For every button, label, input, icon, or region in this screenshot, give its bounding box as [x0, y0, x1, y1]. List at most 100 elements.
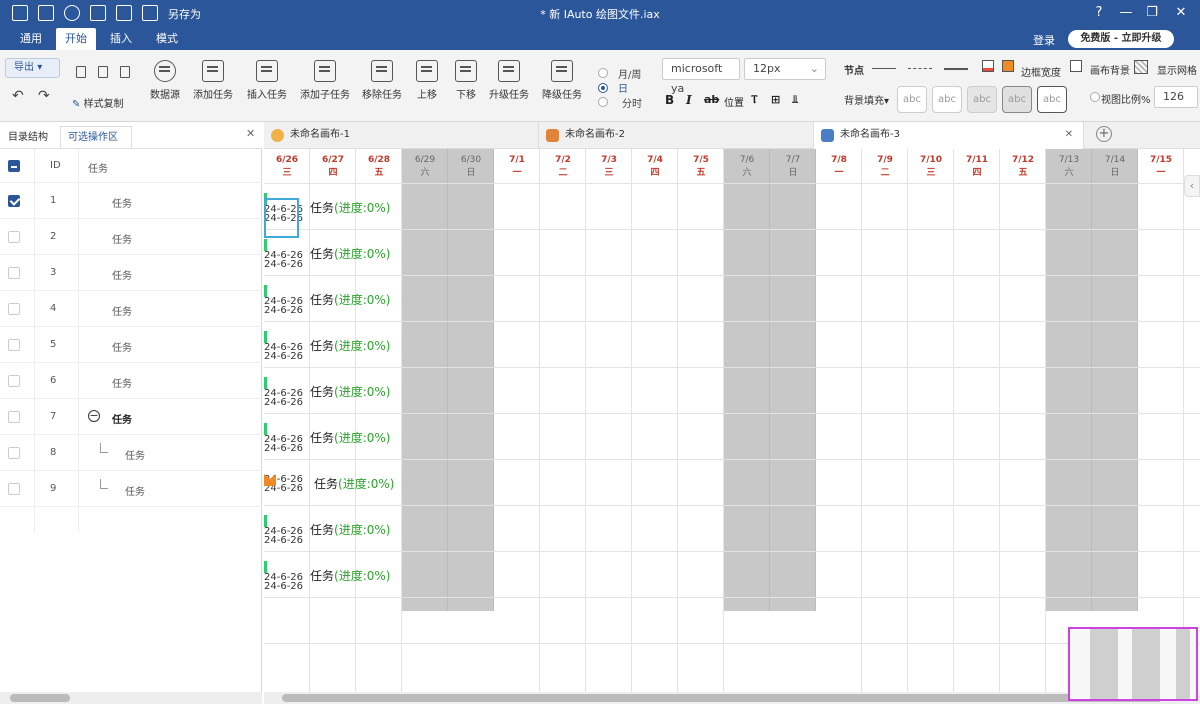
- add-tab-button[interactable]: +: [1096, 126, 1112, 142]
- gantt-horizontal-scrollbar[interactable]: [264, 692, 1200, 704]
- row-checkbox[interactable]: [8, 447, 20, 459]
- row-checkbox[interactable]: [8, 231, 20, 243]
- demote-task-button[interactable]: 降级任务: [539, 60, 585, 101]
- border-width-label[interactable]: 边框宽度: [1021, 64, 1061, 79]
- tree-row[interactable]: 8 任务: [0, 435, 262, 471]
- collapse-icon[interactable]: −: [88, 410, 100, 422]
- data-source-button[interactable]: 数据源: [146, 60, 184, 101]
- align-bottom-icon[interactable]: ⫫: [792, 93, 798, 107]
- style-preset-1[interactable]: abc: [897, 86, 927, 113]
- minimap[interactable]: [1068, 627, 1198, 701]
- minimize-button[interactable]: —: [1117, 4, 1135, 22]
- show-grid-label[interactable]: 显示网格: [1157, 62, 1197, 77]
- align-middle-icon[interactable]: ⊞: [771, 93, 780, 106]
- canvas-bg-label[interactable]: 画布背景: [1090, 62, 1130, 77]
- tree-row[interactable]: 4 任务: [0, 291, 262, 327]
- tree-row[interactable]: 1 任务: [0, 183, 262, 219]
- tree-row[interactable]: 2 任务: [0, 219, 262, 255]
- row-checkbox[interactable]: [8, 339, 20, 351]
- task-label[interactable]: 任务(进度:0%): [310, 383, 390, 400]
- export-dropdown[interactable]: 导出 ▾: [5, 58, 60, 78]
- promote-task-button[interactable]: 升级任务: [486, 60, 532, 101]
- style-preset-3[interactable]: abc: [967, 86, 997, 113]
- login-link[interactable]: 登录: [1033, 32, 1055, 48]
- menu-tab-mode[interactable]: 模式: [146, 28, 188, 50]
- tree-row[interactable]: 6 任务: [0, 363, 262, 399]
- task-label[interactable]: 任务(进度:0%): [310, 291, 390, 308]
- menu-tab-general[interactable]: 通用: [10, 28, 52, 50]
- view-hour-radio[interactable]: [598, 97, 608, 107]
- task-label[interactable]: 任务(进度:0%): [310, 567, 390, 584]
- move-down-button[interactable]: 下移: [451, 60, 481, 101]
- italic-button[interactable]: I: [686, 93, 692, 107]
- copy-icon[interactable]: [76, 66, 86, 78]
- tree-row[interactable]: 3 任务: [0, 255, 262, 291]
- restore-button[interactable]: ❐: [1143, 4, 1161, 22]
- fill-color-icon[interactable]: [1002, 60, 1014, 72]
- tree-row[interactable]: 5 任务: [0, 327, 262, 363]
- close-icon[interactable]: ✕: [1065, 122, 1073, 148]
- add-task-button[interactable]: 添加任务: [190, 60, 236, 101]
- page-icon[interactable]: [98, 66, 108, 78]
- canvas-tab-1[interactable]: 未命名画布-1: [264, 122, 539, 149]
- row-checkbox[interactable]: [8, 375, 20, 387]
- remove-task-button[interactable]: 移除任务: [359, 60, 405, 101]
- task-label[interactable]: 任务(进度:0%): [310, 199, 390, 216]
- row-checkbox[interactable]: [8, 267, 20, 279]
- scroll-thumb[interactable]: [282, 694, 1162, 702]
- row-checkbox[interactable]: [8, 303, 20, 315]
- font-size-select[interactable]: 12px ⌄: [744, 58, 826, 80]
- tab-outline[interactable]: 目录结构: [8, 128, 48, 143]
- insert-task-button[interactable]: 插入任务: [244, 60, 290, 101]
- style-preset-5[interactable]: abc: [1037, 86, 1067, 113]
- task-label[interactable]: 任务(进度:0%): [314, 475, 394, 492]
- chevron-left-icon[interactable]: ‹: [1184, 175, 1200, 197]
- task-label[interactable]: 任务(进度:0%): [310, 429, 390, 446]
- task-label[interactable]: 任务(进度:0%): [310, 245, 390, 262]
- view-day-radio[interactable]: [598, 83, 608, 93]
- row-checkbox[interactable]: [8, 195, 20, 207]
- font-family-select[interactable]: microsoft ya: [662, 58, 740, 95]
- align-top-icon[interactable]: Ⲧ: [751, 93, 758, 107]
- upgrade-button[interactable]: 免费版 - 立即升级: [1068, 30, 1174, 48]
- close-button[interactable]: ✕: [1172, 4, 1190, 22]
- canvas-bg-icon[interactable]: [1070, 60, 1082, 72]
- select-all-checkbox[interactable]: [8, 160, 20, 172]
- scroll-thumb[interactable]: [10, 694, 70, 702]
- tree-row[interactable]: 9 任务: [0, 471, 262, 507]
- menu-tab-start[interactable]: 开始: [56, 28, 96, 50]
- line-style-dashed[interactable]: [908, 68, 932, 69]
- task-name: 任务: [314, 477, 339, 491]
- task-label[interactable]: 任务(进度:0%): [310, 521, 390, 538]
- add-subtask-button[interactable]: 添加子任务: [297, 60, 353, 101]
- menu-tab-insert[interactable]: 插入: [100, 28, 142, 50]
- line-style-solid-thin[interactable]: [872, 68, 896, 69]
- row-checkbox[interactable]: [8, 411, 20, 423]
- selected-task-box[interactable]: [264, 198, 299, 238]
- help-icon[interactable]: ?: [1090, 4, 1108, 22]
- line-style-solid-thick[interactable]: [944, 68, 968, 70]
- style-copy-button[interactable]: ✎ 样式复制: [72, 95, 124, 110]
- style-preset-2[interactable]: abc: [932, 86, 962, 113]
- bg-fill-label[interactable]: 背景填充▾: [844, 92, 889, 107]
- redo-icon[interactable]: ↷: [38, 88, 50, 104]
- border-color-icon[interactable]: [982, 60, 994, 72]
- undo-icon[interactable]: ↶: [12, 88, 24, 104]
- view-ratio-radio[interactable]: [1090, 92, 1100, 102]
- page-alt-icon[interactable]: [120, 66, 130, 78]
- view-ratio-input[interactable]: 126: [1154, 86, 1198, 108]
- grid-icon[interactable]: [1134, 60, 1148, 74]
- move-up-button[interactable]: 上移: [412, 60, 442, 101]
- style-preset-4[interactable]: abc: [1002, 86, 1032, 113]
- canvas-tab-2[interactable]: 未命名画布-2: [539, 122, 814, 149]
- task-label[interactable]: 任务(进度:0%): [310, 337, 390, 354]
- position-label[interactable]: 位置: [724, 94, 744, 109]
- tree-row[interactable]: 7 − 任务: [0, 399, 262, 435]
- strikethrough-button[interactable]: ab: [704, 93, 719, 106]
- close-icon[interactable]: ✕: [246, 127, 255, 140]
- row-checkbox[interactable]: [8, 483, 20, 495]
- bold-button[interactable]: B: [665, 93, 674, 107]
- canvas-tab-3[interactable]: 未命名画布-3 ✕: [814, 122, 1084, 149]
- left-horizontal-scrollbar[interactable]: [0, 692, 262, 704]
- view-month-week-radio[interactable]: [598, 68, 608, 78]
